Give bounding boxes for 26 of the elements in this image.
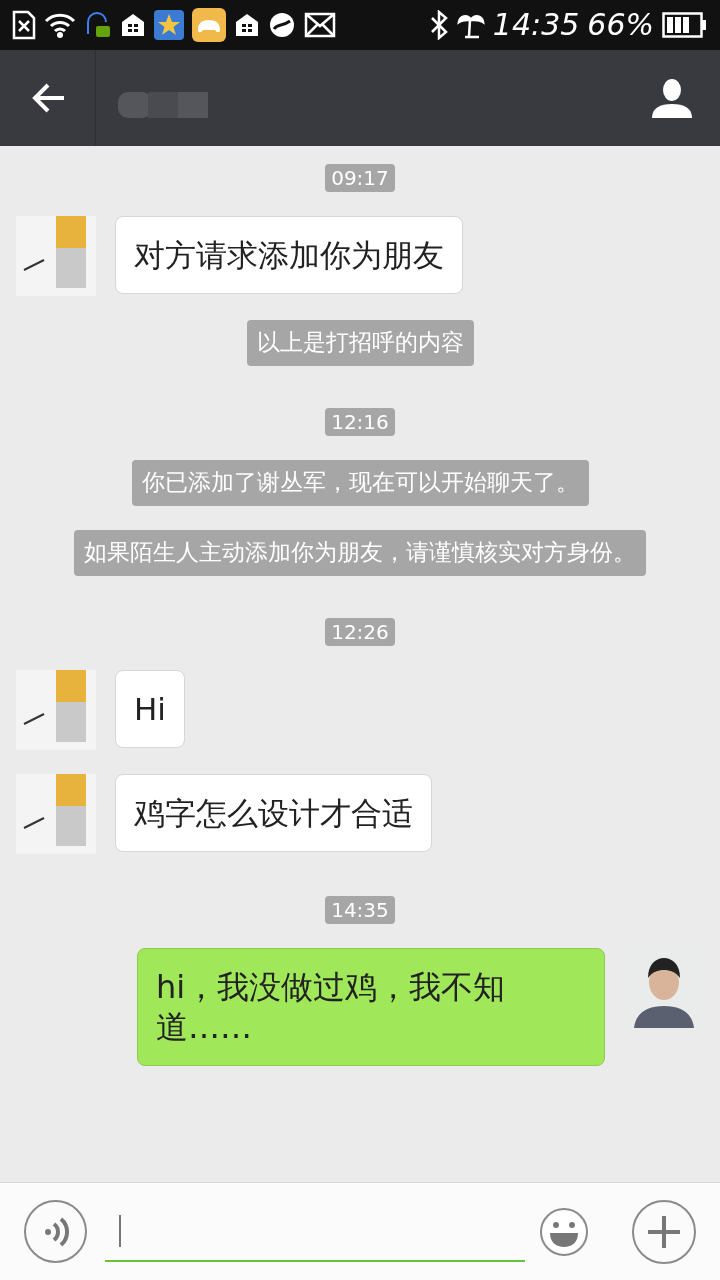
- person-icon: [650, 78, 694, 118]
- wifi-icon: [44, 11, 76, 39]
- system-notice: 你已添加了谢丛军，现在可以开始聊天了。: [131, 459, 589, 506]
- store-icon: [234, 12, 260, 38]
- timestamp: 12:26: [325, 617, 395, 646]
- add-button[interactable]: [632, 1199, 696, 1264]
- message-bubble: 鸡字怎么设计才合适: [115, 773, 432, 852]
- message-bubble: 对方请求添加你为朋友: [115, 216, 463, 294]
- message-bubble: Hi: [115, 669, 185, 748]
- sim-card-icon: [12, 10, 36, 40]
- timestamp: 12:16: [325, 407, 395, 436]
- voice-button[interactable]: [24, 1200, 87, 1263]
- timestamp: 14:35: [325, 895, 395, 924]
- star-app-icon: [154, 10, 184, 40]
- message-bubble: hi，我没做过鸡，我不知道……: [137, 947, 605, 1066]
- store-icon: [120, 12, 146, 38]
- system-notice: 以上是打招呼的内容: [246, 320, 474, 366]
- battery-icon: [662, 12, 708, 38]
- clock-time: 14:35: [492, 10, 580, 40]
- plus-icon: [646, 1213, 682, 1250]
- system-notice: 如果陌生人主动添加你为朋友，请谨慎核实对方身份。: [74, 529, 646, 576]
- emoji-button[interactable]: [539, 1206, 589, 1257]
- mail-icon: [304, 12, 336, 38]
- timestamp: 09:17: [325, 164, 395, 192]
- bluetooth-icon: [428, 10, 449, 40]
- battery-percent: 66%: [587, 10, 654, 40]
